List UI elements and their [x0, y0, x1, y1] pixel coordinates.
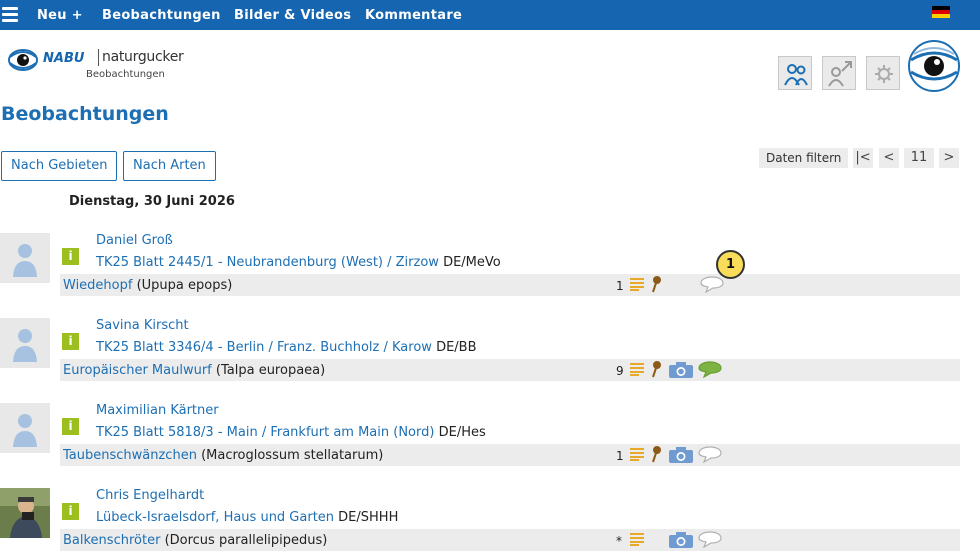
map-pin-icon[interactable]: [650, 360, 662, 378]
nabu-logo[interactable]: NABU naturgucker Beobachtungen: [8, 45, 184, 85]
details-list-icon[interactable]: [630, 277, 644, 291]
species-link[interactable]: Balkenschröter: [63, 533, 160, 548]
by-areas-button[interactable]: Nach Gebieten: [1, 151, 118, 181]
comment-bubble-icon[interactable]: [698, 530, 722, 548]
species-latin: (Talpa europaea): [215, 363, 326, 378]
default-user-icon: [13, 414, 37, 447]
info-icon[interactable]: i: [62, 418, 79, 435]
region: DE/Hes: [438, 425, 486, 440]
observation-count: 1: [616, 449, 624, 463]
pager-current-page: 11: [904, 148, 934, 168]
user-photo: [0, 488, 50, 538]
logo-subtitle: Beobachtungen: [86, 69, 165, 80]
logo-brand: NABU: [43, 51, 85, 66]
comment-bubble-icon[interactable]: [698, 360, 722, 378]
pager-first-button[interactable]: |<: [853, 148, 873, 168]
species: Europäischer Maulwurf (Talpa europaea): [63, 363, 325, 378]
user-share-icon: [828, 61, 852, 87]
species-bar: Balkenschröter (Dorcus parallelipipedus)…: [60, 529, 960, 551]
comment-bubble-icon[interactable]: [698, 445, 722, 463]
avatar[interactable]: [0, 318, 50, 368]
species-link[interactable]: Europäischer Maulwurf: [63, 363, 212, 378]
observation-entry: i Chris Engelhardt Lübeck-Israelsdorf, H…: [0, 488, 980, 551]
logo-product: naturgucker: [102, 49, 184, 65]
pager-next-button[interactable]: >: [939, 148, 959, 168]
logo-separator: [98, 49, 99, 66]
users-button[interactable]: [778, 56, 812, 90]
menu-icon[interactable]: [2, 7, 18, 23]
observation-count: 9: [616, 364, 624, 378]
naturgucker-eye-logo-icon[interactable]: [908, 40, 960, 92]
pager-prev-button[interactable]: <: [879, 148, 899, 168]
camera-icon[interactable]: [668, 531, 694, 549]
camera-icon[interactable]: [668, 361, 694, 379]
user-name-link[interactable]: Savina Kirscht: [96, 318, 189, 333]
date-heading: Dienstag, 30 Juni 2026: [69, 194, 235, 209]
nav-observations[interactable]: Beobachtungen: [102, 8, 221, 23]
avatar[interactable]: [0, 403, 50, 453]
location-link[interactable]: TK25 Blatt 3346/4 - Berlin / Franz. Buch…: [96, 340, 432, 355]
details-list-icon[interactable]: [630, 362, 644, 376]
details-list-icon[interactable]: [630, 532, 644, 546]
default-user-icon: [13, 244, 37, 277]
species: Taubenschwänzchen (Macroglossum stellata…: [63, 448, 383, 463]
observation-entry: i Daniel Groß TK25 Blatt 2445/1 - Neubra…: [0, 233, 980, 313]
user-name-link[interactable]: Chris Engelhardt: [96, 488, 204, 503]
species-latin: (Upupa epops): [136, 278, 233, 293]
info-icon[interactable]: i: [62, 333, 79, 350]
location: TK25 Blatt 2445/1 - Neubrandenburg (West…: [96, 255, 501, 270]
map-pin-icon[interactable]: [650, 445, 662, 463]
species-link[interactable]: Wiedehopf: [63, 278, 132, 293]
annotation-marker: 1: [716, 250, 745, 279]
user-name-link[interactable]: Daniel Groß: [96, 233, 173, 248]
species-link[interactable]: Taubenschwänzchen: [63, 448, 197, 463]
observation-entry: i Maximilian Kärtner TK25 Blatt 5818/3 -…: [0, 403, 980, 483]
species-bar: Taubenschwänzchen (Macroglossum stellata…: [60, 444, 960, 466]
comment-bubble-icon[interactable]: [700, 275, 724, 293]
info-icon[interactable]: i: [62, 248, 79, 265]
top-nav: Neu + Beobachtungen Bilder & Videos Komm…: [0, 0, 980, 30]
german-flag-icon[interactable]: [932, 6, 950, 18]
avatar[interactable]: [0, 488, 50, 538]
location: TK25 Blatt 3346/4 - Berlin / Franz. Buch…: [96, 340, 477, 355]
location: Lübeck-Israelsdorf, Haus und Garten DE/S…: [96, 510, 398, 525]
region: DE/MeVo: [443, 255, 501, 270]
location-link[interactable]: TK25 Blatt 5818/3 - Main / Frankfurt am …: [96, 425, 434, 440]
by-species-button[interactable]: Nach Arten: [123, 151, 216, 181]
location-link[interactable]: Lübeck-Israelsdorf, Haus und Garten: [96, 510, 334, 525]
species-latin: (Dorcus parallelipipedus): [164, 533, 328, 548]
filter-data-button[interactable]: Daten filtern: [759, 148, 849, 168]
nav-comments[interactable]: Kommentare: [365, 8, 462, 23]
nav-new[interactable]: Neu +: [37, 8, 83, 23]
avatar[interactable]: [0, 233, 50, 283]
camera-icon[interactable]: [668, 446, 694, 464]
info-icon[interactable]: i: [62, 503, 79, 520]
settings-button[interactable]: [866, 56, 900, 90]
page-title: Beobachtungen: [1, 103, 169, 125]
location: TK25 Blatt 5818/3 - Main / Frankfurt am …: [96, 425, 486, 440]
location-link[interactable]: TK25 Blatt 2445/1 - Neubrandenburg (West…: [96, 255, 439, 270]
region: DE/BB: [436, 340, 477, 355]
species-bar: Europäischer Maulwurf (Talpa europaea) 9: [60, 359, 960, 381]
species: Wiedehopf (Upupa epops): [63, 278, 232, 293]
species-bar: Wiedehopf (Upupa epops) 1: [60, 274, 960, 296]
users-icon: [784, 64, 808, 86]
observation-count: *: [616, 534, 622, 548]
nav-media[interactable]: Bilder & Videos: [234, 8, 351, 23]
observation-count: 1: [616, 279, 624, 293]
species: Balkenschröter (Dorcus parallelipipedus): [63, 533, 327, 548]
gear-icon: [875, 65, 893, 83]
species-latin: (Macroglossum stellatarum): [201, 448, 384, 463]
user-name-link[interactable]: Maximilian Kärtner: [96, 403, 219, 418]
share-user-button[interactable]: [822, 56, 856, 90]
eye-logo-icon: [8, 49, 38, 71]
default-user-icon: [13, 329, 37, 362]
observation-entry: i Savina Kirscht TK25 Blatt 3346/4 - Ber…: [0, 318, 980, 398]
region: DE/SHHH: [338, 510, 399, 525]
details-list-icon[interactable]: [630, 447, 644, 461]
map-pin-icon[interactable]: [650, 275, 662, 293]
